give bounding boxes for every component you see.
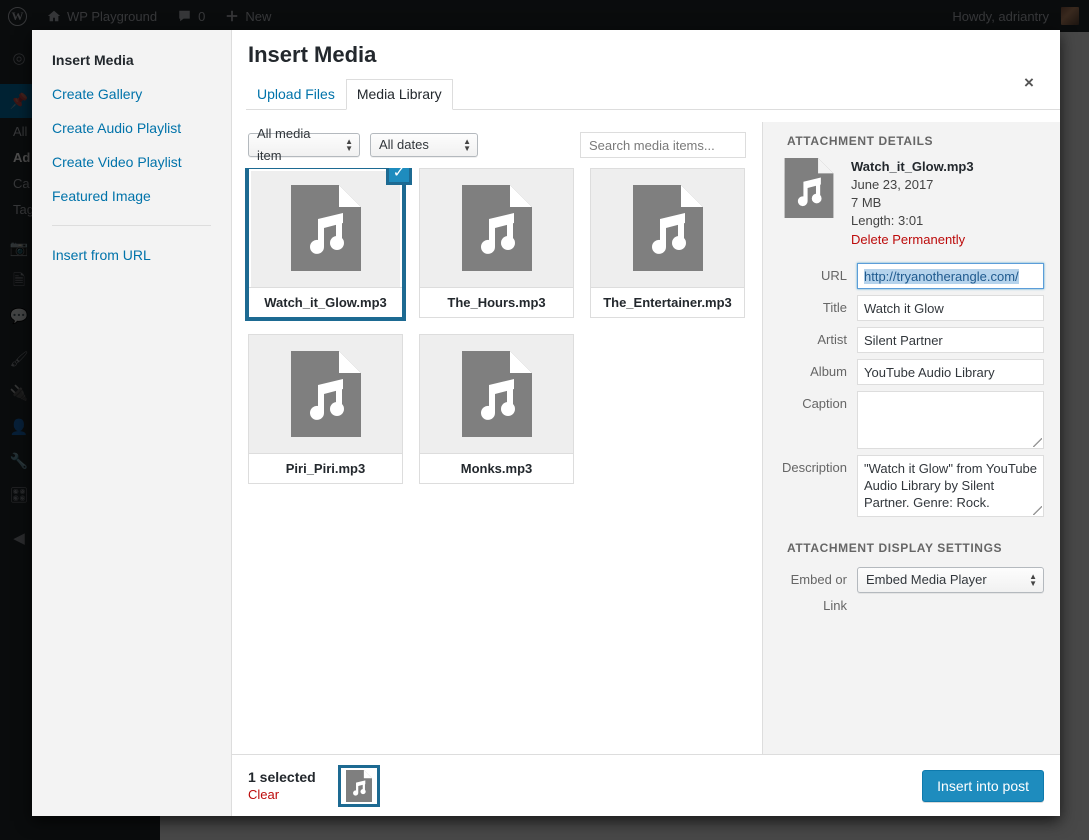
date-filter-select[interactable]: All dates ▲ ▼ [370,133,478,157]
selected-count-label: 1 selected [248,768,316,785]
media-thumbnail [591,169,744,287]
modal-menu-divider [52,225,211,226]
url-label: URL [820,268,847,283]
clear-selection-link[interactable]: Clear [248,786,316,804]
attachment-filename: Watch_it_Glow.mp3 [851,159,974,174]
media-thumbnail [420,169,573,287]
media-item-filename: Monks.mp3 [420,453,573,483]
tab-media-library[interactable]: Media Library [345,79,453,110]
display-settings-heading: ATTACHMENT DISPLAY SETTINGS [787,541,1003,555]
artist-field[interactable]: Silent Partner [857,327,1044,353]
caption-label: Caption [802,396,847,411]
selection-summary: 1 selected Clear [248,768,316,804]
embed-or-link-label: Embed or Link [790,572,847,613]
audio-file-icon [461,185,532,271]
modal-menu-item-create-gallery[interactable]: Create Gallery [32,77,231,111]
field-row-description: Description "Watch it Glow" from YouTube… [779,455,1044,517]
field-row-caption: Caption [779,391,1044,449]
media-item-filename: Piri_Piri.mp3 [249,453,402,483]
modal-main: Insert Media × Upload Files Media Librar… [232,30,1060,816]
attachment-details-heading: ATTACHMENT DETAILS [787,134,934,148]
audio-file-icon [290,185,361,271]
title-field[interactable]: Watch it Glow [857,295,1044,321]
attachment-thumbnail [779,158,839,218]
page-title: Insert Media [248,42,377,67]
field-row-album: Album YouTube Audio Library [779,359,1044,385]
media-item-monks[interactable]: Monks.mp3 [419,334,574,484]
album-value: YouTube Audio Library [864,364,995,380]
media-item-piri-piri[interactable]: Piri_Piri.mp3 [248,334,403,484]
media-thumbnail [249,169,402,287]
artist-label: Artist [817,332,847,347]
selected-item-thumbnail[interactable] [337,764,380,807]
description-value: "Watch it Glow" from YouTube Audio Libra… [864,461,1038,510]
media-item-watch-it-glow[interactable]: ✓ Watch_it_Glow.mp3 [245,168,412,321]
media-library-area: All media item ▲ ▼ All dates ▲ ▼ Search me… [232,122,763,754]
search-placeholder: Search media items... [589,137,715,153]
artist-value: Silent Partner [864,332,943,348]
close-icon[interactable]: × [1016,70,1042,96]
description-label: Description [781,460,847,475]
attachment-date: June 23, 2017 [851,177,934,192]
attachment-summary: Watch_it_Glow.mp3 June 23, 2017 7 MB Len… [779,158,1044,249]
field-row-embed-or-link: Embed or Link Embed Media Player ▲ ▼ [779,567,1044,619]
audio-file-icon [461,351,532,437]
caption-field[interactable] [857,391,1044,449]
field-row-title: Title Watch it Glow [779,295,1044,321]
insert-media-modal: Insert Media Create Gallery Create Audio… [32,30,1060,816]
tab-upload-files[interactable]: Upload Files [246,79,346,110]
url-field[interactable]: http://tryanotherangle.com/ [857,263,1044,289]
media-item-filename: The_Hours.mp3 [420,287,573,317]
title-label: Title [822,300,847,315]
select-arrows-icon: ▲ ▼ [463,137,471,153]
attachment-length: Length: 3:01 [851,213,924,228]
audio-file-icon [290,351,361,437]
select-arrows-icon: ▲ ▼ [1029,572,1037,588]
modal-menu-item-create-video-playlist[interactable]: Create Video Playlist [32,145,231,179]
audio-file-icon [632,185,703,271]
media-grid: ✓ Watch_it_Glow.mp3 The_Hours.mp3 The_En… [245,168,746,484]
attachment-details-panel: ATTACHMENT DETAILS Watch_it_Glow.mp3 Jun… [763,122,1060,754]
search-input[interactable]: Search media items... [580,132,746,158]
album-field[interactable]: YouTube Audio Library [857,359,1044,385]
embed-or-link-select[interactable]: Embed Media Player ▲ ▼ [857,567,1044,593]
media-grid-scroll[interactable]: ✓ Watch_it_Glow.mp3 The_Hours.mp3 The_En… [232,168,762,754]
modal-footer: 1 selected Clear Insert into post [232,754,1060,816]
title-value: Watch it Glow [864,300,944,316]
modal-menu-item-featured-image[interactable]: Featured Image [32,179,231,213]
album-label: Album [810,364,847,379]
field-row-artist: Artist Silent Partner [779,327,1044,353]
resize-handle-icon[interactable] [1033,506,1042,515]
modal-menu-item-insert-from-url[interactable]: Insert from URL [32,238,231,272]
media-item-filename: The_Entertainer.mp3 [591,287,744,317]
audio-file-icon [345,769,372,802]
media-toolbar: All media item ▲ ▼ All dates ▲ ▼ Search me… [232,122,762,168]
audio-file-icon [784,158,834,218]
media-item-the-hours[interactable]: The_Hours.mp3 [419,168,574,318]
modal-body: All media item ▲ ▼ All dates ▲ ▼ Search me… [232,122,1060,754]
insert-into-post-button[interactable]: Insert into post [922,769,1044,802]
checkbox-selected-icon[interactable]: ✓ [386,168,412,185]
resize-handle-icon[interactable] [1033,438,1042,447]
select-arrows-icon: ▲ ▼ [345,137,353,153]
modal-menu-item-create-audio-playlist[interactable]: Create Audio Playlist [32,111,231,145]
field-row-url: URL http://tryanotherangle.com/ [779,263,1044,289]
attachment-filesize: 7 MB [851,195,882,210]
attachment-meta: Watch_it_Glow.mp3 June 23, 2017 7 MB Len… [851,158,974,249]
modal-tabs: Upload Files Media Library [246,79,1060,110]
media-item-filename: Watch_it_Glow.mp3 [249,287,402,317]
description-field[interactable]: "Watch it Glow" from YouTube Audio Libra… [857,455,1044,517]
media-item-the-entertainer[interactable]: The_Entertainer.mp3 [590,168,745,318]
media-thumbnail [420,335,573,453]
modal-sidebar-menu: Insert Media Create Gallery Create Audio… [32,30,232,816]
media-thumbnail [249,335,402,453]
url-value: http://tryanotherangle.com/ [864,268,1019,284]
delete-permanently-link[interactable]: Delete Permanently [851,231,974,249]
media-type-filter-select[interactable]: All media item ▲ ▼ [248,126,360,163]
modal-menu-item-insert-media[interactable]: Insert Media [32,43,231,77]
